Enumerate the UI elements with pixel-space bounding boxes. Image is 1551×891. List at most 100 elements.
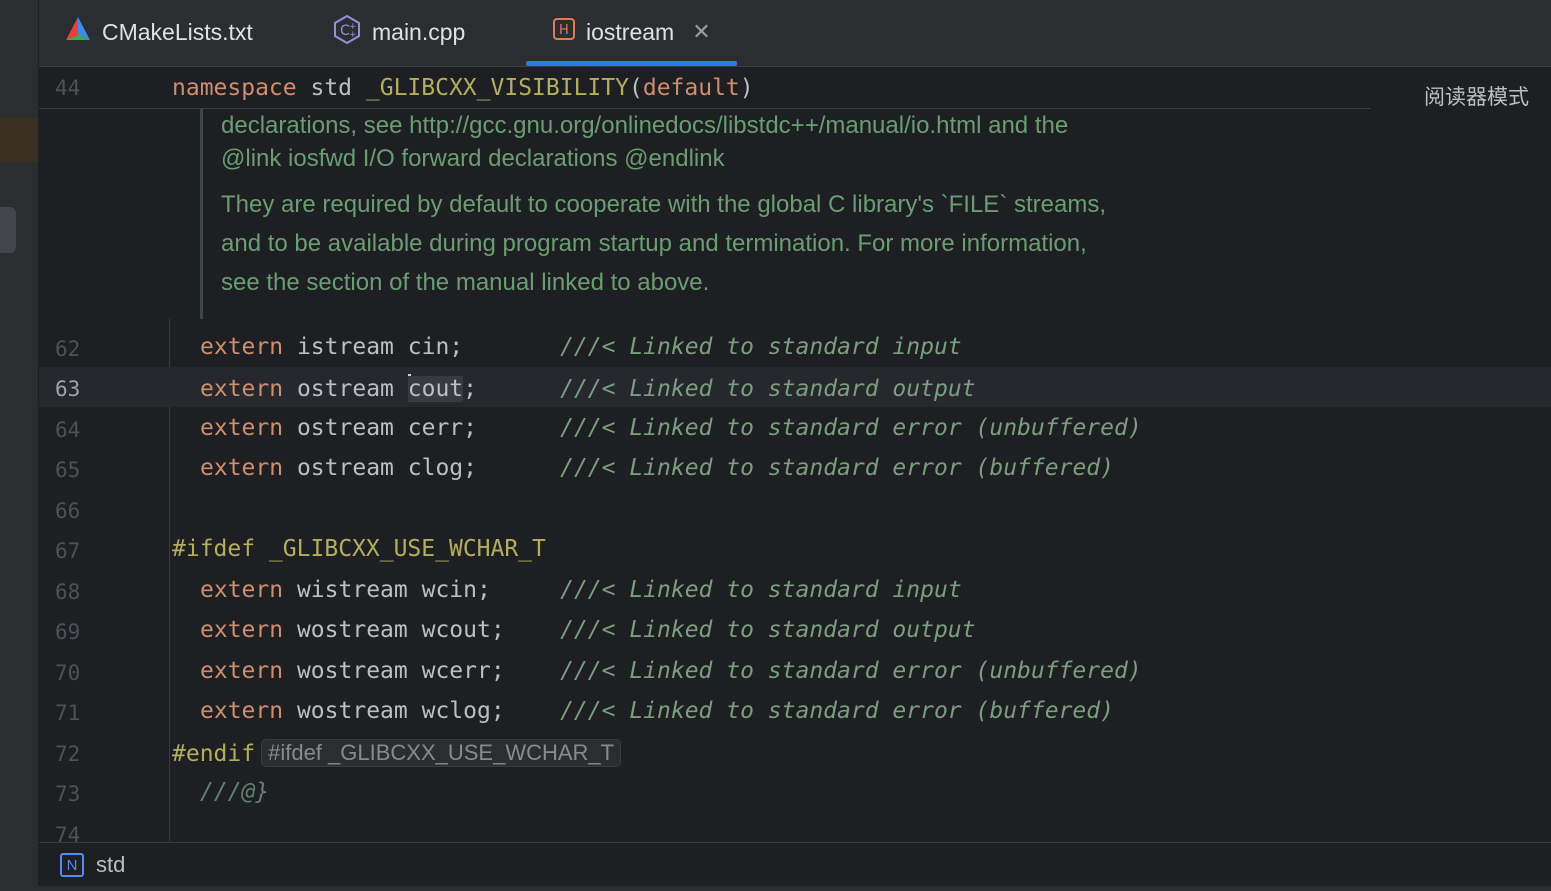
code-line: extern ostream clog; ///< Linked to stan… xyxy=(200,455,1114,481)
editor-tab-bar: CMakeLists.txt C + + main.cpp H iostream ✕ xyxy=(39,0,1551,67)
keyword: extern xyxy=(200,334,284,360)
line-number: 71 xyxy=(55,701,81,725)
svg-text:H: H xyxy=(559,23,569,38)
line-number: 72 xyxy=(55,742,81,766)
comment: ///< Linked to standard error (buffered) xyxy=(560,455,1114,481)
doc-line: declarations, see http://gcc.gnu.org/onl… xyxy=(221,112,1069,139)
rendered-doc-comment: declarations, see http://gcc.gnu.org/onl… xyxy=(200,109,1221,319)
svg-text:+: + xyxy=(349,30,357,40)
doc-line: and to be available during program start… xyxy=(221,230,1087,257)
line-number: 67 xyxy=(55,539,81,563)
active-tab-indicator xyxy=(526,61,737,66)
line-number: 64 xyxy=(55,418,81,442)
keyword: namespace xyxy=(172,75,297,101)
cmake-icon xyxy=(64,15,92,49)
keyword: extern xyxy=(200,658,284,684)
code-line: #ifdef _GLIBCXX_USE_WCHAR_T xyxy=(172,536,546,562)
keyword: extern xyxy=(200,415,284,441)
tab-cmakelists[interactable]: CMakeLists.txt xyxy=(64,0,253,64)
type-name: wostream xyxy=(296,698,408,724)
code-line: extern wistream wcin; ///< Linked to sta… xyxy=(200,577,962,603)
comment: ///< Linked to standard error (buffered) xyxy=(560,698,1114,724)
comment: ///< Linked to standard error (unbuffere… xyxy=(560,415,1142,441)
paren: ( xyxy=(628,75,643,101)
scroll-thumb[interactable] xyxy=(0,207,16,253)
reader-mode-button[interactable]: 阅读器模式 xyxy=(1424,81,1529,111)
code-editor[interactable]: 44 namespace std _GLIBCXX_VISIBILITY(def… xyxy=(39,67,1551,842)
breadcrumb-item[interactable]: std xyxy=(96,852,125,878)
tab-label: iostream xyxy=(586,18,675,45)
doc-line: see the section of the manual linked to … xyxy=(221,269,710,296)
identifier: wclog; xyxy=(421,698,505,724)
code-line: ///@} xyxy=(200,779,269,805)
keyword: extern xyxy=(200,698,284,724)
sticky-scope-header[interactable]: 44 namespace std _GLIBCXX_VISIBILITY(def… xyxy=(39,67,1371,109)
identifier: wcerr; xyxy=(421,658,505,684)
line-number: 69 xyxy=(55,620,81,644)
type-name: ostream xyxy=(296,455,394,481)
type-name: ostream xyxy=(296,415,394,441)
type-name: wostream xyxy=(296,617,408,643)
code-line: #endif #ifdef _GLIBCXX_USE_WCHAR_T xyxy=(172,739,622,767)
close-tab-icon[interactable]: ✕ xyxy=(692,19,710,45)
doc-line: They are required by default to cooperat… xyxy=(221,191,1106,218)
comment: ///< Linked to standard output xyxy=(560,617,976,643)
identifier: wcout; xyxy=(421,617,505,643)
identifier: cerr; xyxy=(407,415,477,441)
type-name: wostream xyxy=(296,658,408,684)
doc-line: @link iosfwd I/O forward declarations @e… xyxy=(221,145,725,172)
preprocessor-directive: #ifdef xyxy=(172,536,256,562)
macro: _GLIBCXX_VISIBILITY xyxy=(365,75,629,101)
namespace-name: std xyxy=(296,75,366,101)
keyword: extern xyxy=(200,376,284,402)
code-line: extern wostream wcout; ///< Linked to st… xyxy=(200,617,976,643)
keyword: extern xyxy=(200,455,284,481)
doc-comment: ///@} xyxy=(200,779,270,805)
left-tool-strip xyxy=(0,0,39,891)
line-number: 73 xyxy=(55,782,81,806)
code-line: extern istream cin; ///< Linked to stand… xyxy=(200,334,962,360)
tab-iostream[interactable]: H iostream ✕ xyxy=(526,0,737,66)
code-line: extern wostream wcerr; ///< Linked to st… xyxy=(200,658,1142,684)
code-line: extern wostream wclog; ///< Linked to st… xyxy=(200,698,1114,724)
comment: ///< Linked to standard input xyxy=(560,577,962,603)
line-number: 74 xyxy=(55,823,81,842)
comment: ///< Linked to standard input xyxy=(560,334,962,360)
line-number: 63 xyxy=(55,377,81,401)
line-number: 44 xyxy=(55,76,81,100)
sticky-code: namespace std _GLIBCXX_VISIBILITY(defaul… xyxy=(172,75,754,101)
comment: ///< Linked to standard error (unbuffere… xyxy=(560,658,1142,684)
tab-label: main.cpp xyxy=(372,18,466,45)
line-number: 70 xyxy=(55,661,81,685)
keyword: extern xyxy=(200,577,284,603)
type-name: istream xyxy=(296,334,394,360)
identifier: wcin; xyxy=(421,577,491,603)
code-line-current: extern ostream cout; ///< Linked to stan… xyxy=(200,374,976,402)
line-number: 66 xyxy=(55,499,81,523)
identifier-highlighted: cout xyxy=(407,376,464,402)
identifier: clog; xyxy=(407,455,477,481)
window-bottom-edge xyxy=(0,886,1551,891)
paren: ) xyxy=(739,75,754,101)
semicolon: ; xyxy=(463,376,477,402)
keyword: extern xyxy=(200,617,284,643)
type-name: ostream xyxy=(296,376,394,402)
tab-label: CMakeLists.txt xyxy=(102,18,253,45)
code-line: extern ostream cerr; ///< Linked to stan… xyxy=(200,415,1142,441)
tab-main-cpp[interactable]: C + + main.cpp xyxy=(332,0,465,64)
editor-marker xyxy=(0,118,38,162)
namespace-icon: N xyxy=(60,853,84,877)
inlay-hint: #ifdef _GLIBCXX_USE_WCHAR_T xyxy=(261,739,622,767)
cpp-file-icon: C + + xyxy=(332,14,362,50)
comment: ///< Linked to standard output xyxy=(560,376,976,402)
header-file-icon: H xyxy=(552,17,576,47)
line-number: 62 xyxy=(55,337,81,361)
line-number: 65 xyxy=(55,458,81,482)
